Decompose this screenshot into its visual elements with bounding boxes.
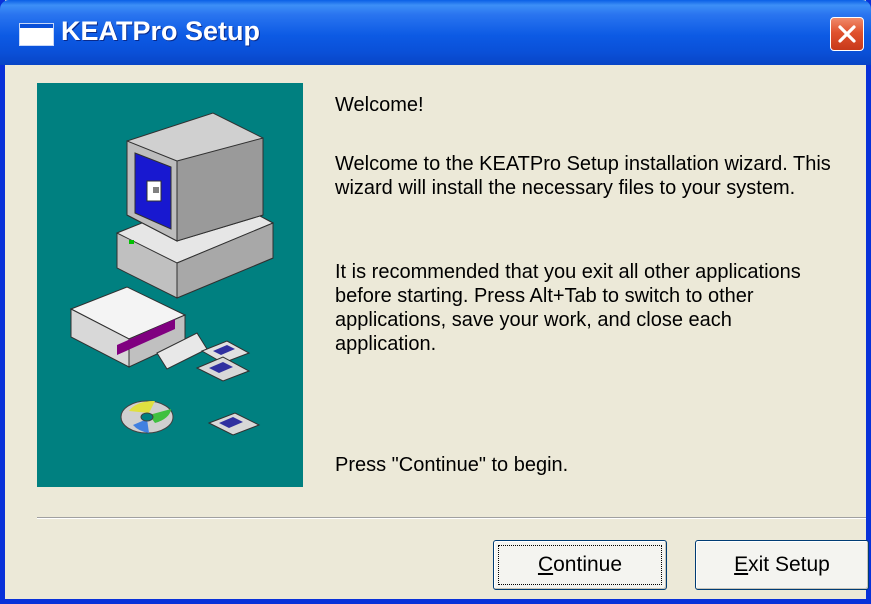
cd-disc-icon [120, 400, 174, 434]
setup-window: KEATPro Setup Welcome! Welcome to the KE… [0, 0, 871, 604]
focus-rectangle [498, 545, 662, 585]
recommend-line-1: It is recommended that you exit all othe… [335, 261, 801, 283]
exit-setup-button[interactable]: Exit Setup [695, 540, 869, 590]
intro-line-2: wizard will install the necessary files … [335, 177, 796, 199]
close-icon [838, 25, 856, 43]
wizard-illustration-panel [37, 83, 303, 487]
separator-line [37, 517, 866, 519]
recommend-line-4: application. [335, 333, 437, 355]
welcome-heading: Welcome! [335, 94, 424, 116]
floppy-disk-icon [195, 340, 261, 436]
window-title: KEATPro Setup [61, 16, 261, 46]
recommend-line-2: before starting. Press Alt+Tab to switch… [335, 285, 754, 307]
continue-instruction: Press "Continue" to begin. [335, 454, 569, 476]
title-bar[interactable]: KEATPro Setup [0, 0, 871, 65]
setup-illustration [69, 112, 275, 436]
intro-line-1: Welcome to the KEATPro Setup installatio… [335, 153, 831, 175]
power-led-icon [129, 240, 134, 244]
continue-button[interactable]: Continue [493, 540, 667, 590]
exit-setup-button-label: Exit Setup [734, 553, 830, 576]
recommend-line-3: applications, save your work, and close … [335, 309, 732, 331]
close-button[interactable] [830, 17, 864, 51]
window-icon [19, 23, 54, 46]
